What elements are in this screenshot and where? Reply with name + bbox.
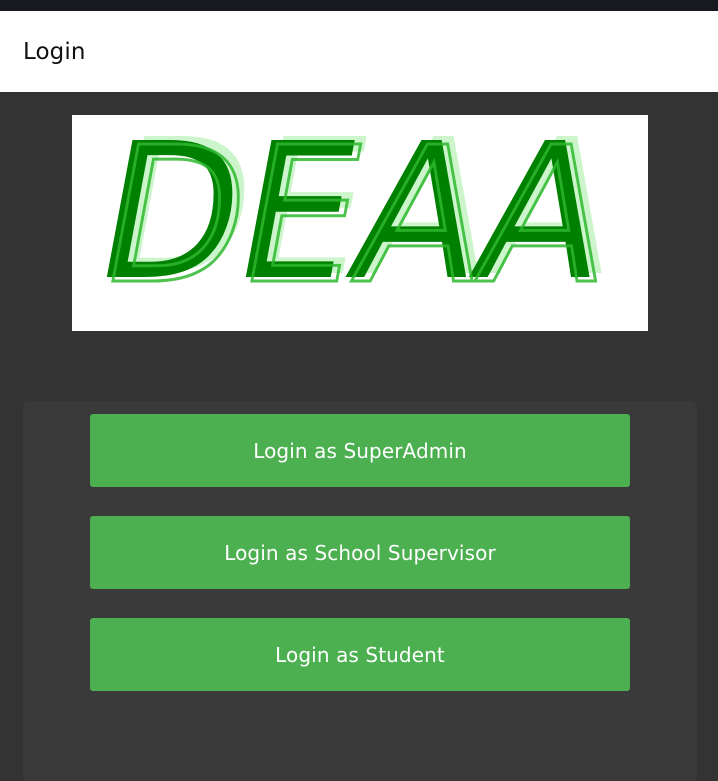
logo-highlight-text: DEAA bbox=[108, 115, 608, 326]
login-options-card: Login as SuperAdmin Login as School Supe… bbox=[23, 401, 697, 781]
logo-graphic: DEAA DEAA DEAA bbox=[102, 115, 614, 328]
login-school-supervisor-button[interactable]: Login as School Supervisor bbox=[90, 516, 630, 589]
app-bar: Login bbox=[0, 11, 718, 92]
page-title: Login bbox=[23, 38, 86, 65]
login-student-button[interactable]: Login as Student bbox=[90, 618, 630, 691]
main-content: DEAA DEAA DEAA Login as SuperAdmin Login… bbox=[0, 92, 718, 781]
deaa-logo: DEAA DEAA DEAA bbox=[72, 115, 648, 331]
status-bar bbox=[0, 0, 718, 11]
login-superadmin-button[interactable]: Login as SuperAdmin bbox=[90, 414, 630, 487]
